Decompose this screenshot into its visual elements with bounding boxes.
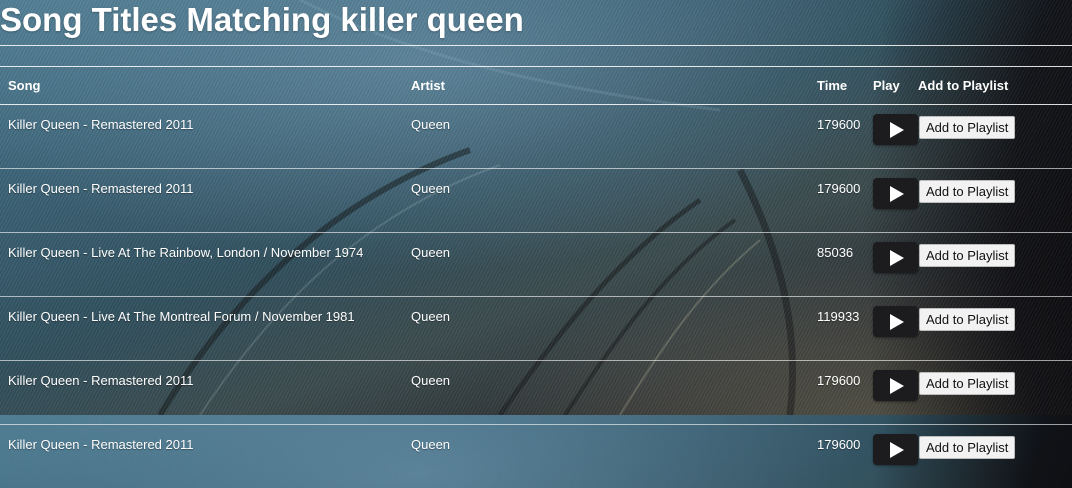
artist-name: Queen (403, 425, 809, 488)
song-time: 179600 (809, 169, 865, 233)
add-to-playlist-button[interactable]: Add to Playlist (919, 372, 1015, 395)
play-icon (890, 378, 904, 394)
play-button[interactable] (873, 370, 918, 401)
artist-name: Queen (403, 105, 809, 169)
song-time: 85036 (809, 233, 865, 297)
song-time: 179600 (809, 425, 865, 488)
play-icon (890, 122, 904, 138)
table-header-row: Song Artist Time Play Add to Playlist (0, 67, 1072, 105)
play-cell (865, 425, 918, 488)
add-to-playlist-button[interactable]: Add to Playlist (919, 244, 1015, 267)
play-icon (890, 314, 904, 330)
artist-name: Queen (403, 233, 809, 297)
play-cell (865, 169, 918, 233)
add-cell: Add to Playlist (918, 105, 1072, 169)
artist-name: Queen (403, 297, 809, 361)
play-icon (890, 186, 904, 202)
table-row: Killer Queen - Live At The Montreal Foru… (0, 297, 1072, 361)
play-cell (865, 297, 918, 361)
song-search-results: Song Titles Matching killer queen Song A… (0, 0, 1072, 415)
add-cell: Add to Playlist (918, 425, 1072, 488)
play-button[interactable] (873, 178, 918, 209)
play-button[interactable] (873, 242, 918, 273)
play-icon (890, 250, 904, 266)
song-title: Killer Queen - Remastered 2011 (0, 425, 403, 488)
song-title: Killer Queen - Live At The Rainbow, Lond… (0, 233, 403, 297)
header-play: Play (865, 67, 918, 105)
add-to-playlist-button[interactable]: Add to Playlist (919, 116, 1015, 139)
header-time: Time (809, 67, 865, 105)
song-time: 179600 (809, 105, 865, 169)
results-table: Song Artist Time Play Add to Playlist Ki… (0, 66, 1072, 488)
add-cell: Add to Playlist (918, 297, 1072, 361)
header-add-to-playlist: Add to Playlist (918, 67, 1072, 105)
page-title: Song Titles Matching killer queen (0, 0, 524, 40)
table-row: Killer Queen - Live At The Rainbow, Lond… (0, 233, 1072, 297)
artist-name: Queen (403, 169, 809, 233)
play-cell (865, 233, 918, 297)
play-button[interactable] (873, 114, 918, 145)
song-title: Killer Queen - Live At The Montreal Foru… (0, 297, 403, 361)
song-time: 119933 (809, 297, 865, 361)
title-divider (0, 45, 1072, 46)
header-artist: Artist (403, 67, 809, 105)
song-title: Killer Queen - Remastered 2011 (0, 105, 403, 169)
play-icon (890, 442, 904, 458)
add-cell: Add to Playlist (918, 233, 1072, 297)
add-cell: Add to Playlist (918, 169, 1072, 233)
table-row: Killer Queen - Remastered 2011 Queen 179… (0, 105, 1072, 169)
add-to-playlist-button[interactable]: Add to Playlist (919, 308, 1015, 331)
add-to-playlist-button[interactable]: Add to Playlist (919, 436, 1015, 459)
header-song: Song (0, 67, 403, 105)
song-title: Killer Queen - Remastered 2011 (0, 169, 403, 233)
add-to-playlist-button[interactable]: Add to Playlist (919, 180, 1015, 203)
table-row: Killer Queen - Remastered 2011 Queen 179… (0, 425, 1072, 488)
play-cell (865, 105, 918, 169)
play-button[interactable] (873, 306, 918, 337)
play-button[interactable] (873, 434, 918, 465)
table-row: Killer Queen - Remastered 2011 Queen 179… (0, 169, 1072, 233)
